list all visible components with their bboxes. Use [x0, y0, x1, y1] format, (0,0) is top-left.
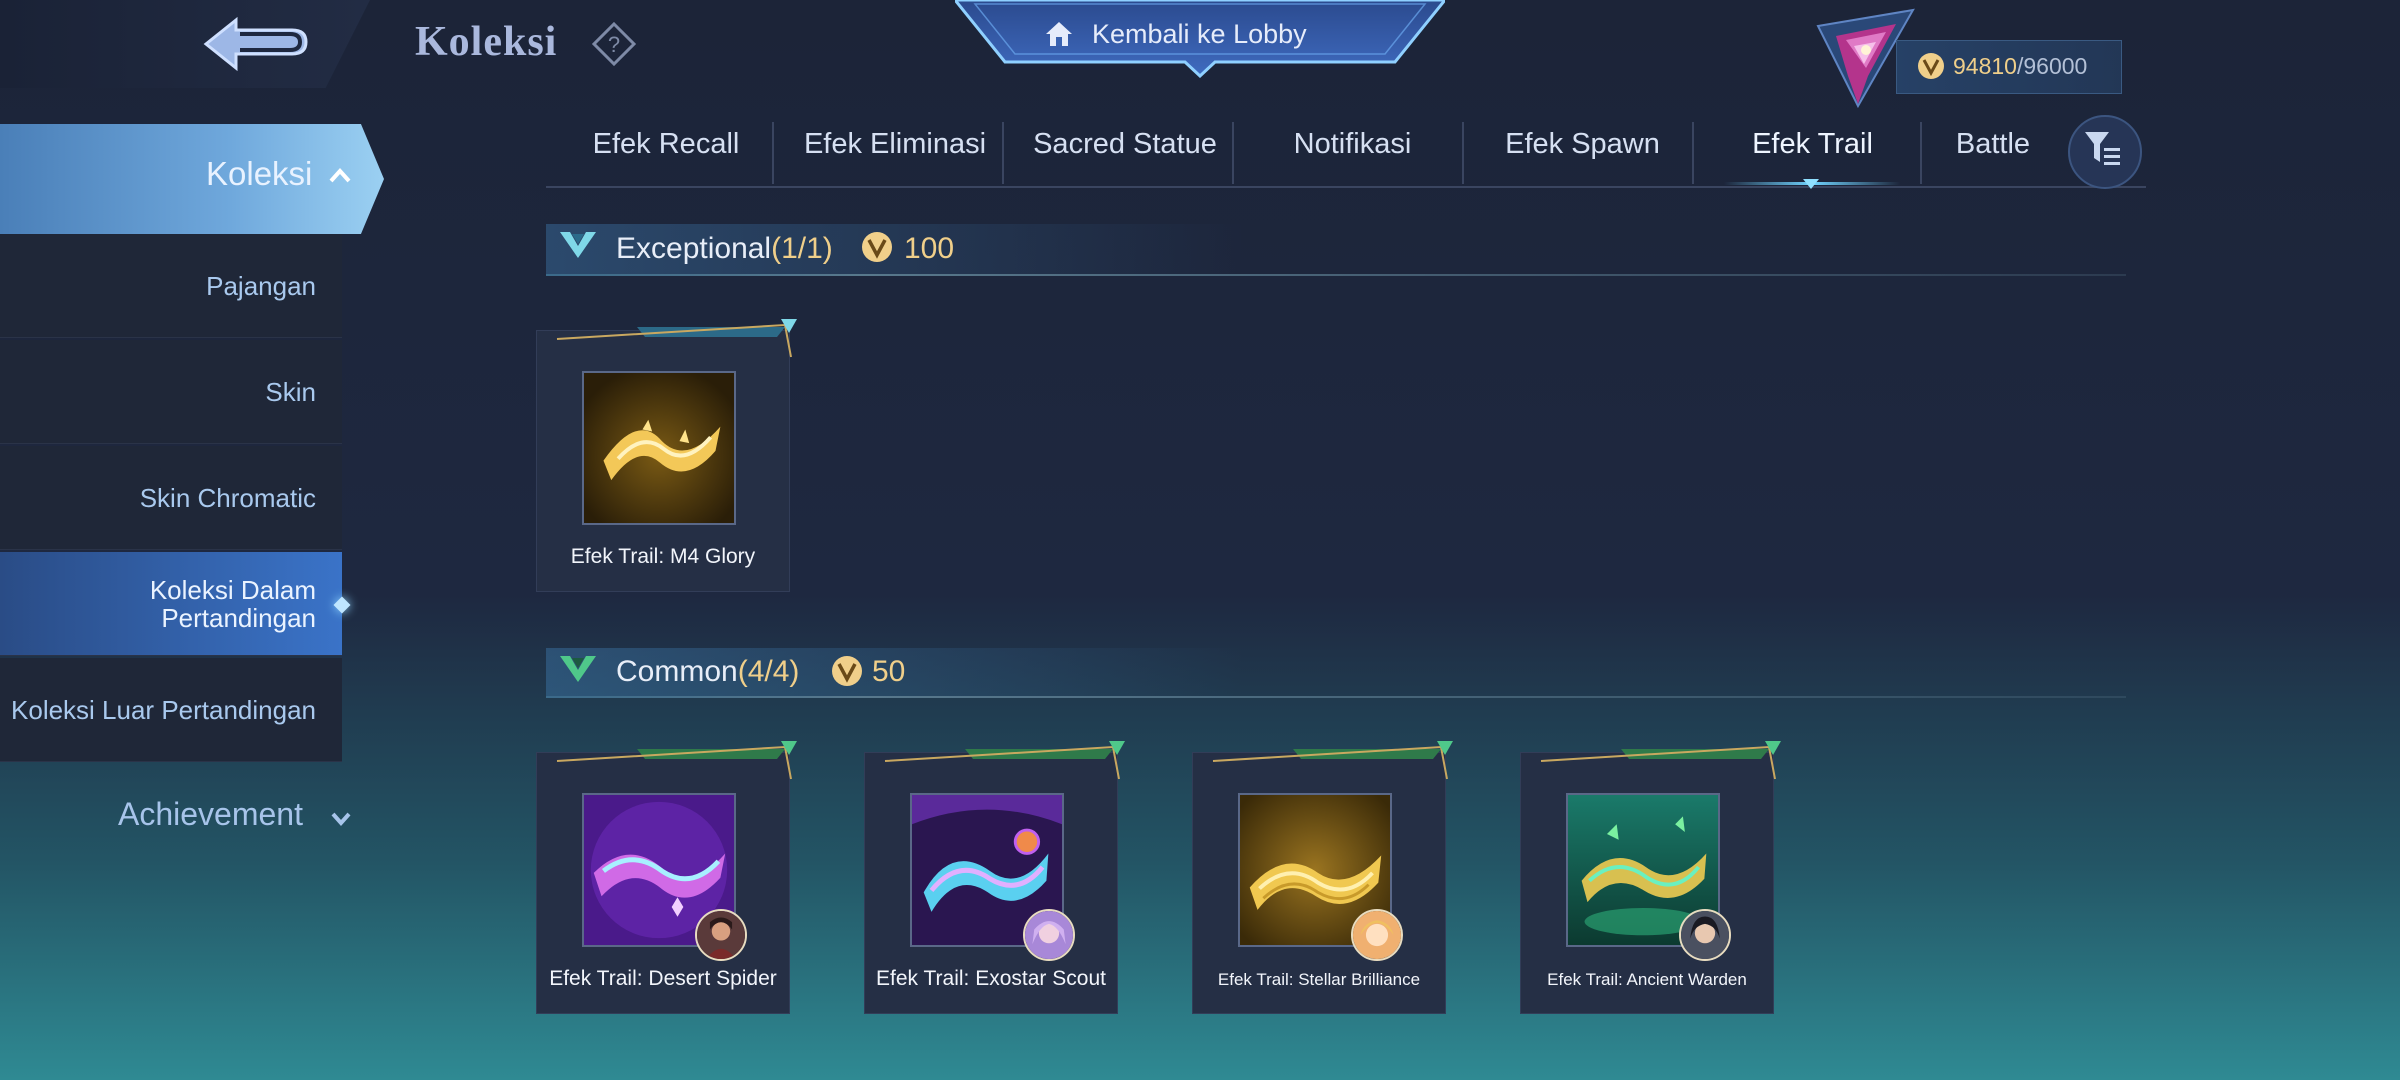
tab-divider — [1002, 122, 1004, 184]
collection-point-icon — [1918, 53, 1944, 79]
trail-card-label: Efek Trail: Exostar Scout — [876, 967, 1106, 990]
tab-divider — [1462, 122, 1464, 184]
hero-portrait-icon — [1353, 911, 1401, 959]
trail-card-stellar-brilliance[interactable]: Efek Trail: Stellar Brilliance — [1192, 741, 1453, 1014]
card-frame-decoration — [556, 319, 797, 358]
section-divider — [546, 696, 2126, 698]
exceptional-tier-icon — [560, 232, 596, 258]
trail-card-label: Efek Trail: Stellar Brilliance — [1217, 970, 1421, 989]
section-title-text: Exceptional — [616, 232, 772, 265]
sidebar-main-koleksi[interactable] — [0, 124, 384, 234]
trail-card-label: Efek Trail: Desert Spider — [549, 967, 777, 990]
trail-card-exostar-scout[interactable]: Efek Trail: Exostar Scout — [864, 741, 1125, 1014]
golden-trail-icon — [584, 373, 734, 523]
common-tier-icon — [560, 656, 596, 682]
section-points: 50 — [872, 655, 906, 688]
collection-point-icon — [862, 232, 892, 262]
section-divider — [546, 274, 2126, 276]
section-title-text: Common — [616, 655, 738, 688]
chevron-down-icon — [331, 812, 351, 827]
hero-portrait-icon — [1681, 911, 1729, 959]
tab-divider — [1692, 122, 1694, 184]
filter-icon — [2085, 132, 2120, 165]
trail-preview-image — [582, 371, 736, 525]
card-frame-decoration — [1540, 741, 1781, 780]
sidebar-item-koleksi-luar-pertandingan[interactable]: Koleksi Luar Pertandingan — [0, 658, 342, 762]
card-frame-decoration — [1212, 741, 1453, 780]
sidebar-achievement[interactable]: Achievement — [118, 796, 303, 833]
tab-efek-eliminasi[interactable]: Efek Eliminasi — [790, 128, 1000, 170]
tab-battle[interactable]: Battle — [1938, 128, 2048, 170]
tab-divider — [1232, 122, 1234, 184]
section-points: 100 — [904, 232, 955, 265]
sidebar-item-skin[interactable]: Skin — [0, 340, 342, 444]
sidebar-item-koleksi-dalam-pertandingan[interactable]: Koleksi Dalam Pertandingan — [0, 552, 342, 656]
tab-efek-trail[interactable]: Efek Trail — [1710, 128, 1915, 170]
page-title: Koleksi — [415, 19, 558, 65]
card-frame-decoration — [556, 741, 797, 780]
chevron-up-icon — [329, 168, 351, 183]
hero-portrait-icon — [697, 911, 745, 959]
points-max: 96000 — [2023, 53, 2088, 79]
collection-point-icon — [832, 656, 862, 686]
trail-card-m4-glory[interactable]: Efek Trail: M4 Glory — [536, 319, 797, 592]
hero-portrait-icon — [1025, 911, 1073, 959]
trail-card-label: Efek Trail: M4 Glory — [570, 545, 756, 568]
help-icon[interactable]: ? — [592, 22, 636, 66]
hero-avatar — [1351, 909, 1403, 961]
tab-efek-spawn[interactable]: Efek Spawn — [1480, 128, 1685, 170]
section-title-exceptional: Exceptional(1/1) — [616, 232, 833, 266]
home-icon — [1046, 22, 1072, 46]
tab-divider — [1920, 122, 1922, 184]
trail-card-label: Efek Trail: Ancient Warden — [1547, 970, 1747, 989]
tab-notifikasi[interactable]: Notifikasi — [1250, 128, 1455, 170]
sidebar-item-pajangan[interactable]: Pajangan — [0, 234, 342, 338]
lobby-label: Kembali ke Lobby — [1092, 19, 1307, 49]
tab-efek-recall[interactable]: Efek Recall — [566, 128, 766, 170]
hero-avatar — [1679, 909, 1731, 961]
back-button[interactable] — [0, 0, 370, 88]
section-count: (1/1) — [771, 232, 833, 265]
section-title-common: Common(4/4) — [616, 655, 799, 689]
svg-text:?: ? — [608, 32, 620, 57]
tab-divider — [772, 122, 774, 184]
active-tab-marker-icon — [1803, 179, 1819, 189]
trail-card-desert-spider[interactable]: Efek Trail: Desert Spider — [536, 741, 797, 1014]
points-readout: 94810/96000 — [1953, 53, 2087, 80]
tab-sacred-statue[interactable]: Sacred Statue — [1020, 128, 1230, 170]
points-current: 94810 — [1953, 53, 2017, 79]
back-arrow-icon[interactable] — [196, 14, 312, 76]
section-count: (4/4) — [737, 655, 800, 688]
sidebar-item-skin-chromatic[interactable]: Skin Chromatic — [0, 446, 342, 550]
trail-card-ancient-warden[interactable]: Efek Trail: Ancient Warden — [1520, 741, 1781, 1014]
card-frame-decoration — [884, 741, 1125, 780]
sidebar-main-label: Koleksi — [206, 155, 313, 192]
hero-avatar — [695, 909, 747, 961]
hero-avatar — [1023, 909, 1075, 961]
